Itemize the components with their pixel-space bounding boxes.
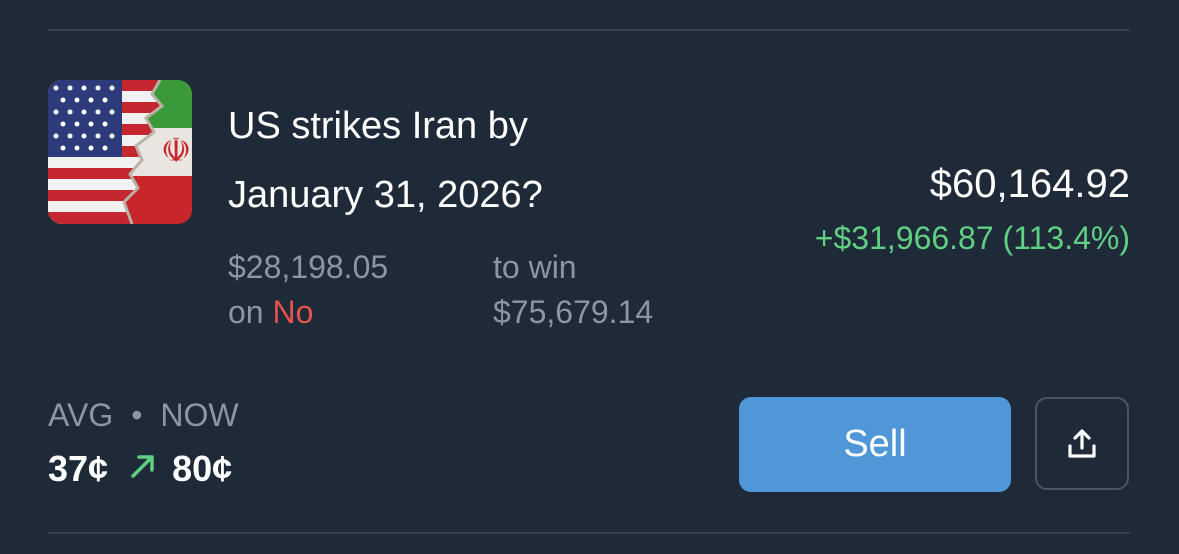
to-win-label: to win <box>493 249 577 285</box>
bottom-divider <box>48 532 1130 534</box>
on-label: on <box>228 294 264 330</box>
separator-dot: • <box>131 397 143 433</box>
now-label: NOW <box>160 397 239 433</box>
pnl-change: +$31,966.87 (113.4%) <box>814 220 1130 256</box>
current-value: $60,164.92 <box>929 162 1130 206</box>
arrow-up-right-icon <box>128 448 158 490</box>
market-title-line2: January 31, 2026? <box>228 174 543 216</box>
svg-text:☫: ☫ <box>161 131 191 171</box>
payout-amount: $75,679.14 <box>493 294 654 330</box>
top-divider <box>48 29 1130 31</box>
sell-button[interactable]: Sell <box>739 397 1011 492</box>
position-side: No <box>272 294 314 330</box>
avg-price: 37¢ <box>48 448 109 489</box>
market-title[interactable]: US strikes Iran by January 31, 2026? <box>228 92 688 230</box>
price-values: 37¢ 80¢ <box>48 448 232 490</box>
payout-info: to win $75,679.14 <box>493 245 653 335</box>
share-button[interactable] <box>1035 397 1129 490</box>
now-price: 80¢ <box>172 448 233 489</box>
market-title-line1: US strikes Iran by <box>228 105 528 147</box>
avg-label: AVG <box>48 397 114 433</box>
stake-amount: $28,198.05 <box>228 249 389 285</box>
share-icon <box>1068 428 1096 458</box>
stake-info: $28,198.05 on No <box>228 245 388 335</box>
market-thumbnail[interactable]: ☫ <box>48 80 192 224</box>
price-labels: AVG • NOW <box>48 395 239 435</box>
stake-side-line: on No <box>228 290 388 335</box>
us-iran-flags-icon: ☫ <box>48 80 192 224</box>
